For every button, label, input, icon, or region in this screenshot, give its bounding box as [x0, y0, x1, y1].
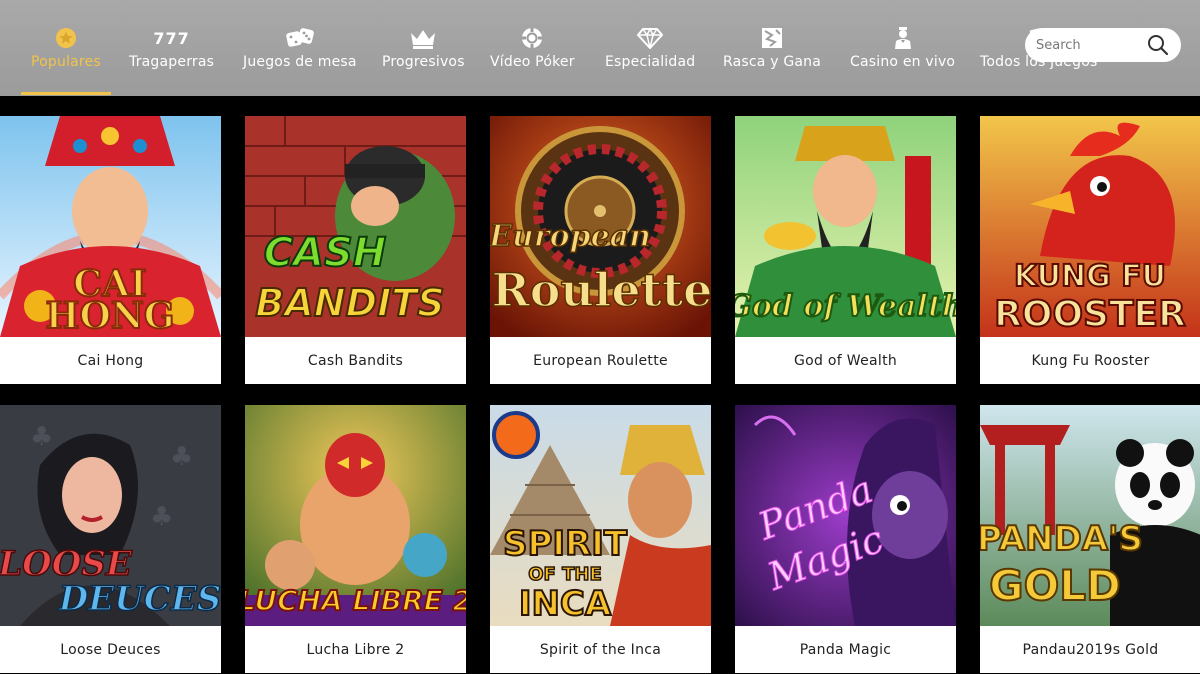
game-thumbnail[interactable]: CASH BANDITS [245, 116, 466, 337]
game-card-panda-magic[interactable]: Panda Magic Panda Magic [735, 405, 956, 673]
nav-tab-label: Rasca y Gana [723, 54, 822, 70]
category-nav-bar: Populares 777 Tragaperras Juegos de mesa… [0, 0, 1200, 96]
game-title[interactable]: Cai Hong [0, 337, 221, 384]
game-thumbnail[interactable]: ♣ ♣ ♣ LOOSE DEUCES [0, 405, 221, 626]
game-thumbnail[interactable]: Panda Magic [735, 405, 956, 626]
game-card-cai-hong[interactable]: CAI HONG Cai Hong [0, 116, 221, 384]
game-art-subtitle: GOLD [989, 561, 1121, 610]
game-card-pandas-gold[interactable]: PANDA'S GOLD Pandau2019s Gold [980, 405, 1200, 673]
777-icon: 777 [153, 28, 190, 48]
svg-text:♣: ♣ [150, 502, 173, 532]
game-title[interactable]: God of Wealth [735, 337, 956, 384]
nav-tab-tragaperras[interactable]: 777 Tragaperras [129, 26, 214, 86]
game-art-title: KUNG FU [1014, 259, 1166, 294]
nav-tab-juegos-de-mesa[interactable]: Juegos de mesa [243, 26, 357, 86]
game-art-title: European [490, 219, 651, 254]
dice-icon [285, 26, 315, 50]
game-thumbnail[interactable]: PANDA'S GOLD [980, 405, 1200, 626]
crown-icon [409, 26, 437, 50]
game-art-title: LOOSE [0, 544, 133, 584]
game-title[interactable]: Cash Bandits [245, 337, 466, 384]
game-card-european-roulette[interactable]: European Roulette European Roulette [490, 116, 711, 384]
search-icon[interactable] [1147, 34, 1169, 60]
diamond-icon [637, 26, 664, 50]
star-coin-icon [55, 26, 77, 50]
game-card-loose-deuces[interactable]: ♣ ♣ ♣ LOOSE DEUCES Loose Deuces [0, 405, 221, 673]
game-card-cash-bandits[interactable]: CASH BANDITS Cash Bandits [245, 116, 466, 384]
svg-text:♣: ♣ [170, 442, 193, 472]
dealer-icon [892, 26, 914, 50]
game-art-subtitle: ROOSTER [994, 294, 1186, 335]
game-thumbnail[interactable]: SPIRIT OF THE INCA [490, 405, 711, 626]
poker-chip-icon [521, 26, 543, 50]
game-art-title: LUCHA LIBRE 2 [245, 584, 466, 617]
nav-tab-progresivos[interactable]: Progresivos [382, 26, 465, 86]
game-art-title: CASH [264, 230, 387, 276]
nav-tab-casino-en-vivo[interactable]: Casino en vivo [850, 26, 955, 86]
nav-tab-populares[interactable]: Populares [21, 26, 111, 95]
game-title[interactable]: Panda Magic [735, 626, 956, 673]
game-art-subtitle: INCA [519, 584, 612, 624]
scratch-card-icon [761, 26, 783, 50]
game-art-title: SPIRIT [503, 524, 628, 564]
game-card-spirit-of-the-inca[interactable]: SPIRIT OF THE INCA Spirit of the Inca [490, 405, 711, 673]
game-title[interactable]: Loose Deuces [0, 626, 221, 673]
game-title[interactable]: Pandau2019s Gold [980, 626, 1200, 673]
nav-tab-especialidad[interactable]: Especialidad [605, 26, 695, 86]
nav-tab-video-poker[interactable]: Vídeo Póker [490, 26, 575, 86]
game-art-subtitle: BANDITS [255, 281, 444, 325]
game-card-god-of-wealth[interactable]: God of Wealth God of Wealth [735, 116, 956, 384]
nav-tab-label: Tragaperras [129, 54, 215, 70]
game-card-lucha-libre-2[interactable]: LUCHA LIBRE 2 Lucha Libre 2 [245, 405, 466, 673]
svg-text:♣: ♣ [30, 422, 53, 452]
nav-tab-label: Progresivos [382, 54, 465, 70]
nav-tab-label: Populares [31, 54, 101, 70]
nav-tab-label: Vídeo Póker [490, 54, 575, 70]
game-title[interactable]: Spirit of the Inca [490, 626, 711, 673]
search-input[interactable] [1036, 37, 1144, 53]
game-thumbnail[interactable]: CAI HONG [0, 116, 221, 337]
nav-tab-label: Casino en vivo [850, 54, 956, 70]
game-art-title: God of Wealth [735, 289, 956, 324]
game-card-kung-fu-rooster[interactable]: KUNG FU ROOSTER Kung Fu Rooster [980, 116, 1200, 384]
nav-tab-label: Especialidad [605, 54, 696, 70]
active-tab-underline [21, 92, 111, 95]
game-art-subtitle: HONG [45, 295, 174, 337]
game-title[interactable]: Kung Fu Rooster [980, 337, 1200, 384]
game-thumbnail[interactable]: KUNG FU ROOSTER [980, 116, 1200, 337]
game-thumbnail[interactable]: LUCHA LIBRE 2 [245, 405, 466, 626]
game-art-subtitle: OF THE [528, 564, 602, 585]
search-box[interactable] [1025, 28, 1181, 62]
game-art-title: PANDA'S [980, 519, 1143, 559]
game-art-subtitle: Roulette [492, 263, 711, 317]
game-art-subtitle: DEUCES [58, 579, 221, 619]
game-thumbnail[interactable]: God of Wealth [735, 116, 956, 337]
game-title[interactable]: Lucha Libre 2 [245, 626, 466, 673]
nav-tab-rasca-y-gana[interactable]: Rasca y Gana [723, 26, 821, 86]
nav-tab-label: Juegos de mesa [243, 54, 357, 70]
game-title[interactable]: European Roulette [490, 337, 711, 384]
game-thumbnail[interactable]: European Roulette [490, 116, 711, 337]
